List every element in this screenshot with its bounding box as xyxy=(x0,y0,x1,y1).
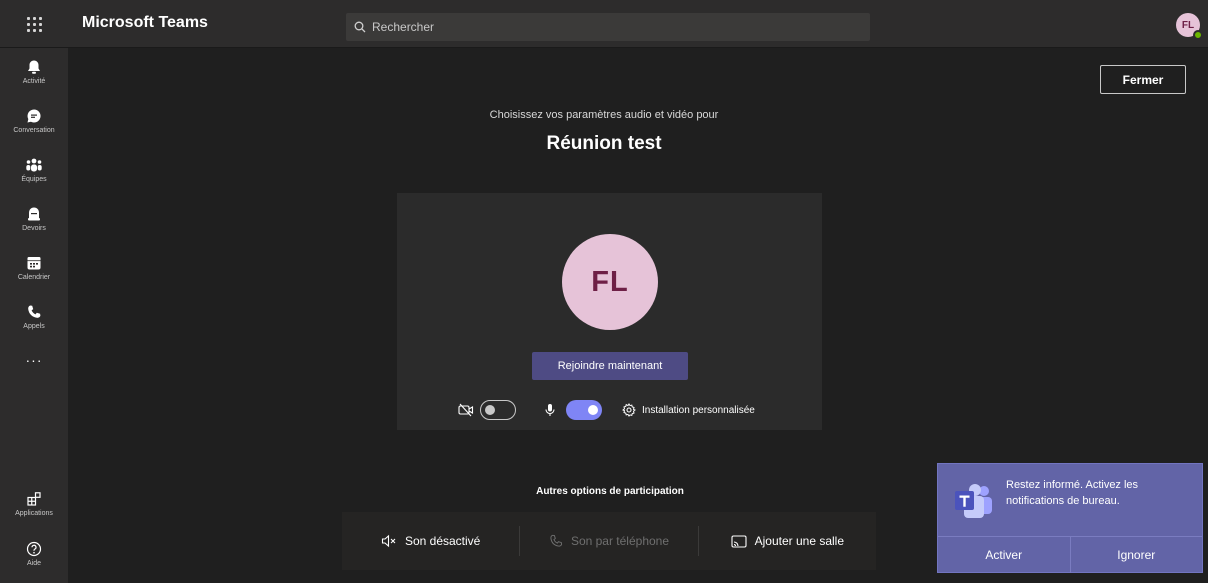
speaker-off-icon xyxy=(381,534,396,548)
app-launcher-button[interactable] xyxy=(0,0,68,48)
ignore-button[interactable]: Ignorer xyxy=(1069,537,1203,573)
phone-icon xyxy=(550,534,563,547)
rail-item-help[interactable]: Aide xyxy=(0,530,68,578)
teams-window: Microsoft Teams FL Activité Conversation… xyxy=(0,0,1208,583)
audio-off-option[interactable]: Son désactivé xyxy=(342,526,519,556)
assignments-icon xyxy=(28,207,40,221)
rail-label: Appels xyxy=(23,323,45,330)
waffle-icon xyxy=(26,16,42,32)
camera-control xyxy=(458,398,516,422)
meeting-title: Réunion test xyxy=(546,133,662,154)
help-icon xyxy=(26,541,42,557)
rail-item-calls[interactable]: Appels xyxy=(0,293,68,341)
activate-button[interactable]: Activer xyxy=(938,537,1070,573)
add-room-option[interactable]: Ajouter une salle xyxy=(699,526,876,556)
search-input[interactable] xyxy=(372,20,852,34)
desktop-notifications-toast: Restez informé. Activez les notification… xyxy=(937,463,1203,573)
close-button[interactable]: Fermer xyxy=(1100,65,1186,94)
other-join-options: Son désactivé Son par téléphone Ajouter … xyxy=(342,512,876,570)
settings-gear-icon xyxy=(622,403,636,417)
mic-control xyxy=(544,398,602,422)
phone-audio-label: Son par téléphone xyxy=(570,534,670,548)
toast-actions: Activer Ignorer xyxy=(938,536,1202,573)
audio-off-label: Son désactivé xyxy=(404,534,481,548)
more-apps-button[interactable]: ··· xyxy=(0,345,68,375)
toast-message: Restez informé. Activez les notification… xyxy=(1006,479,1139,507)
teams-icon xyxy=(26,158,42,172)
rail-item-activity[interactable]: Activité xyxy=(0,48,68,96)
camera-off-icon xyxy=(458,403,474,417)
mic-toggle[interactable] xyxy=(566,400,602,420)
rail-item-assignments[interactable]: Devoirs xyxy=(0,195,68,243)
preview-avatar: FL xyxy=(562,234,658,330)
rail-label: Calendrier xyxy=(17,274,51,281)
calendar-icon xyxy=(27,257,41,270)
top-bar: Microsoft Teams FL xyxy=(0,0,1208,48)
more-icon: ··· xyxy=(25,352,43,368)
user-initials: FL xyxy=(1181,19,1195,31)
app-title: Microsoft Teams xyxy=(82,14,208,31)
search-box[interactable] xyxy=(346,13,870,41)
custom-setup-button[interactable]: Installation personnalisée xyxy=(622,398,755,422)
camera-toggle[interactable] xyxy=(480,400,516,420)
add-room-label: Ajouter une salle xyxy=(754,534,845,548)
bell-icon xyxy=(28,60,40,74)
presence-available-icon xyxy=(1193,30,1203,40)
microphone-icon xyxy=(545,404,555,416)
rail-label: Devoirs xyxy=(22,225,46,232)
app-bar: Activité Conversation Équipes Devoirs Ca… xyxy=(0,48,68,583)
user-avatar[interactable]: FL xyxy=(1176,13,1203,40)
search-icon xyxy=(354,21,366,33)
cast-icon xyxy=(731,534,747,548)
phone-audio-option[interactable]: Son par téléphone xyxy=(520,526,697,556)
rail-label: Applications xyxy=(15,510,53,517)
preview-initials: FL xyxy=(591,265,629,298)
rail-label: Aide xyxy=(26,560,41,567)
custom-setup-label: Installation personnalisée xyxy=(642,404,755,416)
teams-logo-icon xyxy=(954,482,994,525)
rail-label: Équipes xyxy=(21,176,47,183)
rail-item-calendar[interactable]: Calendrier xyxy=(0,244,68,292)
join-now-button[interactable]: Rejoindre maintenant xyxy=(532,352,688,380)
rail-label: Activité xyxy=(22,78,46,85)
phone-icon xyxy=(28,305,41,318)
prejoin-subtitle: Choisissez vos paramètres audio et vidéo… xyxy=(489,109,719,121)
